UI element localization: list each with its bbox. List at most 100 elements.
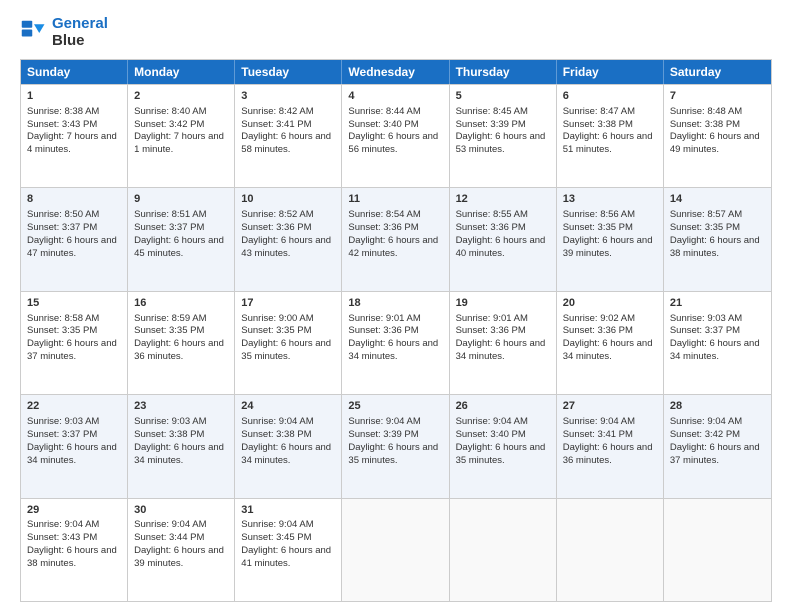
cal-cell: 31Sunrise: 9:04 AMSunset: 3:45 PMDayligh… <box>235 499 342 601</box>
day-number: 15 <box>27 296 121 311</box>
daylight: Daylight: 6 hours and 42 minutes. <box>348 235 438 259</box>
day-number: 22 <box>27 399 121 414</box>
sunrise: Sunrise: 9:04 AM <box>563 416 635 427</box>
day-number: 3 <box>241 89 335 104</box>
sunrise: Sunrise: 8:44 AM <box>348 106 420 117</box>
sunset: Sunset: 3:38 PM <box>563 119 633 130</box>
sunrise: Sunrise: 8:38 AM <box>27 106 99 117</box>
daylight: Daylight: 6 hours and 47 minutes. <box>27 235 117 259</box>
sunset: Sunset: 3:45 PM <box>241 532 311 543</box>
sunset: Sunset: 3:36 PM <box>456 325 526 336</box>
sunset: Sunset: 3:35 PM <box>563 222 633 233</box>
daylight: Daylight: 6 hours and 34 minutes. <box>241 442 331 466</box>
logo-line2: Blue <box>52 33 108 50</box>
sunset: Sunset: 3:36 PM <box>563 325 633 336</box>
sunrise: Sunrise: 9:04 AM <box>134 519 206 530</box>
logo-line1: General <box>52 16 108 33</box>
sunrise: Sunrise: 8:57 AM <box>670 209 742 220</box>
daylight: Daylight: 7 hours and 1 minute. <box>134 131 224 155</box>
sunrise: Sunrise: 9:04 AM <box>27 519 99 530</box>
day-number: 11 <box>348 192 442 207</box>
day-number: 25 <box>348 399 442 414</box>
sunset: Sunset: 3:35 PM <box>241 325 311 336</box>
cal-header-cell-friday: Friday <box>557 60 664 84</box>
logo: General Blue <box>20 16 108 49</box>
cal-cell <box>557 499 664 601</box>
sunset: Sunset: 3:35 PM <box>27 325 97 336</box>
cal-cell <box>664 499 771 601</box>
daylight: Daylight: 6 hours and 39 minutes. <box>563 235 653 259</box>
sunset: Sunset: 3:36 PM <box>456 222 526 233</box>
day-number: 18 <box>348 296 442 311</box>
sunset: Sunset: 3:38 PM <box>134 429 204 440</box>
cal-cell: 25Sunrise: 9:04 AMSunset: 3:39 PMDayligh… <box>342 395 449 497</box>
sunset: Sunset: 3:39 PM <box>348 429 418 440</box>
sunset: Sunset: 3:43 PM <box>27 532 97 543</box>
cal-cell: 28Sunrise: 9:04 AMSunset: 3:42 PMDayligh… <box>664 395 771 497</box>
cal-cell: 13Sunrise: 8:56 AMSunset: 3:35 PMDayligh… <box>557 188 664 290</box>
sunrise: Sunrise: 8:42 AM <box>241 106 313 117</box>
daylight: Daylight: 6 hours and 39 minutes. <box>134 545 224 569</box>
sunset: Sunset: 3:37 PM <box>27 222 97 233</box>
cal-header-cell-saturday: Saturday <box>664 60 771 84</box>
day-number: 1 <box>27 89 121 104</box>
sunset: Sunset: 3:36 PM <box>348 222 418 233</box>
cal-cell: 20Sunrise: 9:02 AMSunset: 3:36 PMDayligh… <box>557 292 664 394</box>
sunset: Sunset: 3:37 PM <box>134 222 204 233</box>
daylight: Daylight: 6 hours and 43 minutes. <box>241 235 331 259</box>
cal-cell: 3Sunrise: 8:42 AMSunset: 3:41 PMDaylight… <box>235 85 342 187</box>
cal-week-row: 1 Sunrise: 8:38 AM Sunset: 3:43 PM Daylight… <box>21 84 771 187</box>
daylight: Daylight: 6 hours and 35 minutes. <box>348 442 438 466</box>
cal-cell: 26Sunrise: 9:04 AMSunset: 3:40 PMDayligh… <box>450 395 557 497</box>
sunset: Sunset: 3:40 PM <box>456 429 526 440</box>
day-number: 6 <box>563 89 657 104</box>
cal-cell: 4Sunrise: 8:44 AMSunset: 3:40 PMDaylight… <box>342 85 449 187</box>
sunrise: Sunrise: 9:04 AM <box>241 519 313 530</box>
cal-header-cell-sunday: Sunday <box>21 60 128 84</box>
daylight: Daylight: 6 hours and 36 minutes. <box>134 338 224 362</box>
daylight: Daylight: 6 hours and 45 minutes. <box>134 235 224 259</box>
cal-header-cell-monday: Monday <box>128 60 235 84</box>
day-number: 5 <box>456 89 550 104</box>
daylight: Daylight: 6 hours and 34 minutes. <box>563 338 653 362</box>
sunset: Sunset: 3:36 PM <box>241 222 311 233</box>
sunrise: Sunrise: 8:54 AM <box>348 209 420 220</box>
day-number: 12 <box>456 192 550 207</box>
cal-cell: 19Sunrise: 9:01 AMSunset: 3:36 PMDayligh… <box>450 292 557 394</box>
cal-cell: 22Sunrise: 9:03 AMSunset: 3:37 PMDayligh… <box>21 395 128 497</box>
cal-cell: 18Sunrise: 9:01 AMSunset: 3:36 PMDayligh… <box>342 292 449 394</box>
sunset: Sunset: 3:43 PM <box>27 119 97 130</box>
calendar-header-row: SundayMondayTuesdayWednesdayThursdayFrid… <box>21 60 771 84</box>
sunrise: Sunrise: 8:52 AM <box>241 209 313 220</box>
cal-cell: 14Sunrise: 8:57 AMSunset: 3:35 PMDayligh… <box>664 188 771 290</box>
sunrise: Sunrise: 9:03 AM <box>670 313 742 324</box>
sunrise: Sunrise: 9:01 AM <box>456 313 528 324</box>
day-number: 30 <box>134 503 228 518</box>
sunrise: Sunrise: 9:00 AM <box>241 313 313 324</box>
daylight: Daylight: 6 hours and 49 minutes. <box>670 131 760 155</box>
sunset: Sunset: 3:37 PM <box>670 325 740 336</box>
sunset: Sunset: 3:42 PM <box>134 119 204 130</box>
day-number: 7 <box>670 89 765 104</box>
sunset: Sunset: 3:40 PM <box>348 119 418 130</box>
day-number: 20 <box>563 296 657 311</box>
day-number: 26 <box>456 399 550 414</box>
day-number: 13 <box>563 192 657 207</box>
day-number: 27 <box>563 399 657 414</box>
daylight: Daylight: 6 hours and 34 minutes. <box>670 338 760 362</box>
cal-cell: 12Sunrise: 8:55 AMSunset: 3:36 PMDayligh… <box>450 188 557 290</box>
sunrise: Sunrise: 9:04 AM <box>670 416 742 427</box>
sunrise: Sunrise: 8:51 AM <box>134 209 206 220</box>
sunrise: Sunrise: 8:47 AM <box>563 106 635 117</box>
sunset: Sunset: 3:39 PM <box>456 119 526 130</box>
sunrise: Sunrise: 8:48 AM <box>670 106 742 117</box>
sunrise: Sunrise: 8:59 AM <box>134 313 206 324</box>
daylight: Daylight: 6 hours and 51 minutes. <box>563 131 653 155</box>
day-number: 21 <box>670 296 765 311</box>
day-number: 19 <box>456 296 550 311</box>
daylight: Daylight: 6 hours and 35 minutes. <box>456 442 546 466</box>
daylight: Daylight: 6 hours and 35 minutes. <box>241 338 331 362</box>
sunrise: Sunrise: 9:04 AM <box>241 416 313 427</box>
cal-week-row: 22Sunrise: 9:03 AMSunset: 3:37 PMDayligh… <box>21 394 771 497</box>
cal-cell: 5Sunrise: 8:45 AMSunset: 3:39 PMDaylight… <box>450 85 557 187</box>
